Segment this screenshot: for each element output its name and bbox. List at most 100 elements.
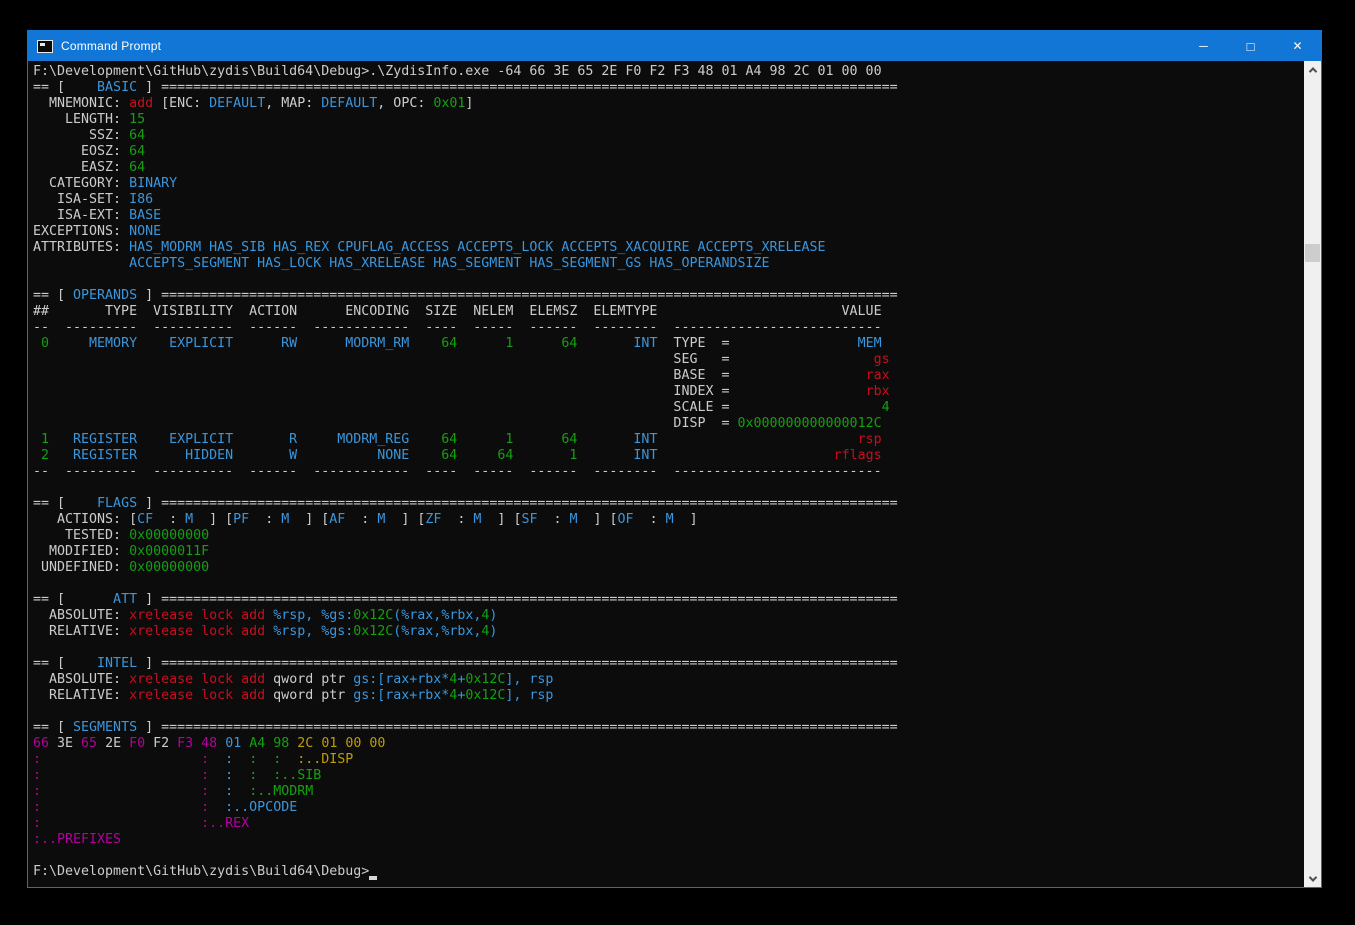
terminal-text-segment: ] ======================================… [137,496,898,511]
terminal-text-segment: F:\Development\GitHub\zydis\Build64\Debu… [33,64,882,79]
terminal-text-segment: MODIFIED: [33,544,129,559]
terminal-text-segment: 0x12C [353,624,393,639]
terminal-text-segment: ABSOLUTE: [33,608,129,623]
terminal-text-segment: INT [577,432,657,447]
terminal-text-segment: :..MODRM [249,784,313,799]
terminal-text-segment: DISP = [33,416,737,431]
terminal-text-segment: == [ [33,496,73,511]
terminal-text-segment: : [225,784,233,799]
terminal-text-segment: 0x01 [433,96,465,111]
terminal-text-segment: M [185,512,193,527]
text-cursor [369,865,377,880]
terminal-text-segment: ], rsp [505,672,553,687]
scrollbar-track[interactable] [1304,61,1321,887]
terminal-text-segment: : [345,512,377,527]
terminal-text-segment: RELATIVE: [33,624,129,639]
window-title: Command Prompt [61,39,161,53]
terminal-text-segment [233,768,249,783]
terminal-line [33,272,1304,288]
terminal-text-segment: A4 [249,736,265,751]
terminal-text-segment [265,608,273,623]
terminal-output[interactable]: F:\Development\GitHub\zydis\Build64\Debu… [33,64,1304,880]
cmd-icon[interactable] [37,40,53,53]
terminal-text-segment: : [33,768,41,783]
terminal-text-segment: INDEX = [33,384,866,399]
scrollbar-thumb[interactable] [1305,244,1320,262]
terminal-text-segment: : [153,512,185,527]
terminal-text-segment: TESTED: [33,528,129,543]
terminal-text-segment: OF [618,512,634,527]
terminal-line: == [ SEGMENTS ] ========================… [33,720,1304,736]
terminal-text-segment: (%rax,%rbx, [393,624,481,639]
terminal-text-segment: ] ======================================… [137,720,898,735]
title-bar[interactable]: Command Prompt ─ □ ✕ [28,31,1321,61]
terminal-text-segment: 4 [882,400,890,415]
terminal-line: 1 REGISTER EXPLICIT R MODRM_REG 64 1 64 … [33,432,1304,448]
terminal-text-segment: : [201,752,209,767]
terminal-text-segment: : [33,800,41,815]
terminal-line: ABSOLUTE: xrelease lock add %rsp, %gs:0x… [33,608,1304,624]
terminal-line [33,704,1304,720]
terminal-text-segment: 2E [97,736,129,751]
terminal-text-segment: ] ======================================… [137,80,898,95]
terminal-text-segment: CATEGORY: [33,176,129,191]
terminal-text-segment: 66 [33,736,49,751]
terminal-text-segment: 64 64 1 [409,448,577,463]
terminal-text-segment: 64 [129,144,145,159]
minimize-button[interactable]: ─ [1180,31,1227,61]
terminal-text-segment [209,768,225,783]
terminal-text-segment: , MAP: [265,96,321,111]
terminal-text-segment [233,752,249,767]
terminal-text-segment: ## TYPE VISIBILITY ACTION ENCODING SIZE … [33,304,882,319]
terminal-text-segment: F0 [129,736,145,751]
terminal-text-segment: ] ======================================… [137,592,898,607]
terminal-text-segment: OPERANDS [73,288,137,303]
terminal-text-segment [657,448,833,463]
scroll-down-button[interactable] [1304,870,1321,887]
terminal-text-segment: BASE [129,208,161,223]
terminal-text-segment: ] ======================================… [137,288,898,303]
terminal-text-segment [209,784,225,799]
terminal-text-segment: SEGMENTS [73,720,137,735]
terminal-text-segment: %rsp, %gs: [273,608,353,623]
terminal-text-segment: INT [577,336,657,351]
terminal-text-segment [41,784,201,799]
console-area[interactable]: F:\Development\GitHub\zydis\Build64\Debu… [28,61,1304,887]
terminal-text-segment: SCALE = [33,400,882,415]
terminal-line: :..PREFIXES [33,832,1304,848]
scroll-up-button[interactable] [1304,61,1321,78]
terminal-text-segment: 0x00000000 [129,560,209,575]
terminal-line: ACTIONS: [CF : M ] [PF : M ] [AF : M ] [… [33,512,1304,528]
terminal-text-segment: ISA-EXT: [33,208,129,223]
terminal-text-segment: ] [465,96,473,111]
terminal-text-segment: xrelease lock add [129,624,265,639]
terminal-text-segment: : [225,768,233,783]
terminal-text-segment: ] [ [578,512,618,527]
terminal-text-segment: : [33,816,41,831]
terminal-line: ISA-SET: I86 [33,192,1304,208]
terminal-text-segment: 65 [81,736,97,751]
terminal-line: ISA-EXT: BASE [33,208,1304,224]
terminal-text-segment: : [201,768,209,783]
terminal-text-segment: F:\Development\GitHub\zydis\Build64\Debu… [33,864,369,879]
terminal-text-segment: SSZ: [33,128,129,143]
terminal-text-segment: 15 [129,112,145,127]
terminal-text-segment: 0x12C [353,608,393,623]
terminal-text-segment: AF [329,512,345,527]
terminal-text-segment: INT [577,448,657,463]
terminal-line: == [ BASIC ] ===========================… [33,80,1304,96]
terminal-text-segment: 64 1 64 [409,336,577,351]
terminal-text-segment: :..SIB [273,768,321,783]
terminal-text-segment: 64 [129,128,145,143]
terminal-text-segment: :..OPCODE [225,800,297,815]
maximize-button[interactable]: □ [1227,31,1274,61]
terminal-text-segment: rbx [866,384,890,399]
terminal-text-segment [41,800,201,815]
terminal-text-segment [233,784,249,799]
close-button[interactable]: ✕ [1274,31,1321,61]
terminal-line: LENGTH: 15 [33,112,1304,128]
terminal-text-segment [657,432,857,447]
terminal-text-segment: ATTRIBUTES: [33,240,129,255]
terminal-line: RELATIVE: xrelease lock add %rsp, %gs:0x… [33,624,1304,640]
terminal-text-segment: : [537,512,569,527]
